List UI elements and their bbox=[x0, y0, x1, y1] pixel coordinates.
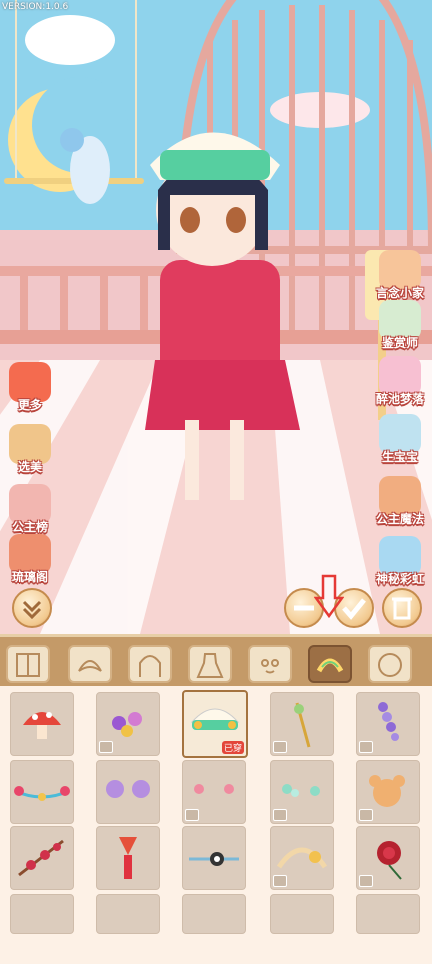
have-baby-label: 生宝宝 bbox=[381, 450, 418, 464]
item-row-partial-3[interactable] bbox=[182, 894, 246, 934]
more-label: 更多 bbox=[17, 398, 42, 412]
collapse-menu-button[interactable] bbox=[12, 588, 52, 628]
appraiser-label: 鉴赏师 bbox=[381, 336, 418, 350]
item-plum-branch[interactable] bbox=[10, 826, 74, 890]
equipped-tag: 已穿 bbox=[221, 741, 244, 754]
yin-yang-icon bbox=[189, 852, 239, 866]
tab-hair-accessory[interactable] bbox=[308, 645, 352, 683]
plum-branch-icon bbox=[18, 839, 64, 877]
item-fox-tassel[interactable] bbox=[96, 826, 160, 890]
video-ad-icon bbox=[99, 741, 113, 753]
home-button[interactable]: 言念小家 bbox=[372, 250, 428, 301]
fox-tassel-icon bbox=[119, 837, 137, 879]
video-ad-icon bbox=[359, 875, 373, 887]
home-label: 言念小家 bbox=[375, 286, 424, 300]
down-arrow-icon bbox=[314, 574, 344, 618]
video-ad-icon bbox=[185, 809, 199, 821]
item-purple-wisteria[interactable] bbox=[356, 692, 420, 756]
scene-background bbox=[0, 0, 432, 634]
game-scene: VERSION:1.0.6 更多 选美 公主榜 琉璃阁 言念小家 鉴赏师 醉池梦… bbox=[0, 0, 432, 634]
princess-magic-label: 公主魔法 bbox=[375, 512, 424, 526]
item-red-rose[interactable] bbox=[356, 826, 420, 890]
pavilion-button[interactable]: 琉璃阁 bbox=[2, 534, 58, 585]
more-button[interactable]: 更多 bbox=[2, 362, 58, 413]
item-row-partial-2[interactable] bbox=[96, 894, 160, 934]
item-mushroom-clip[interactable] bbox=[10, 692, 74, 756]
item-mouse-clip[interactable] bbox=[356, 760, 420, 824]
video-ad-icon bbox=[273, 809, 287, 821]
item-row-partial-1[interactable] bbox=[10, 894, 74, 934]
item-row-partial-5[interactable] bbox=[356, 894, 420, 934]
pavilion-label: 琉璃阁 bbox=[11, 570, 48, 584]
wardrobe-icon bbox=[16, 653, 40, 677]
item-flower-crown[interactable] bbox=[270, 826, 334, 890]
lotus-pond-label: 醉池梦落 bbox=[375, 392, 424, 406]
item-yin-yang-pin[interactable] bbox=[182, 826, 246, 890]
item-purple-bows[interactable] bbox=[96, 760, 160, 824]
tab-face[interactable] bbox=[248, 645, 292, 683]
item-headscarf[interactable]: 已穿 bbox=[182, 690, 248, 758]
tab-dress[interactable] bbox=[188, 645, 232, 683]
beauty-contest-button[interactable]: 选美 bbox=[2, 424, 58, 475]
head-icon bbox=[378, 653, 402, 677]
purple-bows-icon bbox=[106, 780, 150, 798]
have-baby-button[interactable]: 生宝宝 bbox=[372, 414, 428, 465]
version-label: VERSION:1.0.6 bbox=[2, 2, 69, 12]
lotus-pond-button[interactable]: 醉池梦落 bbox=[372, 356, 428, 407]
appraiser-button[interactable]: 鉴赏师 bbox=[372, 300, 428, 351]
hair-back-icon bbox=[139, 655, 161, 677]
princess-ranking-label: 公主榜 bbox=[11, 520, 48, 534]
delete-button[interactable] bbox=[382, 588, 422, 628]
princess-magic-button[interactable]: 公主魔法 bbox=[372, 476, 428, 527]
tab-wardrobe[interactable] bbox=[6, 645, 50, 683]
tab-head[interactable] bbox=[368, 645, 412, 683]
tab-hair-front[interactable] bbox=[68, 645, 112, 683]
mystery-rainbow-button[interactable]: 神秘彩虹 bbox=[372, 536, 428, 587]
item-pink-flowers[interactable] bbox=[182, 760, 246, 824]
video-ad-icon bbox=[273, 875, 287, 887]
double-chevron-icon bbox=[22, 600, 42, 620]
item-bead-chain[interactable] bbox=[10, 760, 74, 824]
video-ad-icon bbox=[359, 741, 373, 753]
mystery-rainbow-label: 神秘彩虹 bbox=[375, 572, 424, 586]
video-ad-icon bbox=[359, 809, 373, 821]
face-icon bbox=[261, 659, 279, 674]
item-gold-hairpin[interactable] bbox=[270, 692, 334, 756]
bead-chain-icon bbox=[14, 786, 70, 801]
beauty-contest-label: 选美 bbox=[17, 460, 42, 474]
trash-icon bbox=[392, 597, 412, 620]
hair-front-icon bbox=[78, 660, 102, 672]
mushroom-icon bbox=[23, 712, 61, 739]
item-grid: 已穿 bbox=[0, 686, 432, 964]
item-jade-pins[interactable] bbox=[270, 760, 334, 824]
dress-icon bbox=[196, 653, 224, 678]
princess-ranking-button[interactable]: 公主榜 bbox=[2, 484, 58, 535]
hair-accessory-icon bbox=[316, 658, 344, 673]
item-flower-pins[interactable] bbox=[96, 692, 160, 756]
item-row-partial-4[interactable] bbox=[270, 894, 334, 934]
category-toolbar bbox=[0, 634, 432, 686]
tab-hair-back[interactable] bbox=[128, 645, 172, 683]
video-ad-icon bbox=[273, 741, 287, 753]
